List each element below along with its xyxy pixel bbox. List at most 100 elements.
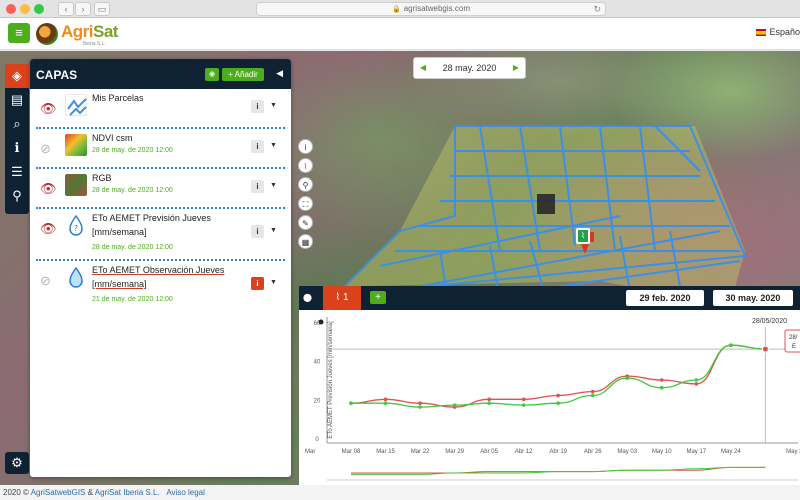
layer-info-button[interactable]: i — [251, 100, 264, 113]
data-point — [590, 389, 595, 394]
layers-panel-header: CAPAS ◉ + Añadir ◀ — [30, 59, 291, 89]
chevron-down-icon[interactable]: ▼ — [270, 279, 277, 286]
tooltip-text: 28/ — [789, 335, 798, 341]
data-point — [521, 397, 526, 402]
chart-end-date[interactable]: 30 may. 2020 — [713, 290, 793, 306]
close-window-icon[interactable] — [6, 4, 16, 14]
layer-info-button[interactable]: i — [251, 180, 264, 193]
pin-icon[interactable]: ⚲ — [298, 177, 313, 192]
eye-hidden-icon[interactable]: ⊘ — [40, 273, 51, 289]
map-date-selector: ◀ 28 may. 2020 ▶ — [413, 57, 526, 79]
camera-icon[interactable]: ◉ — [205, 68, 219, 81]
eye-hidden-icon[interactable]: ⊘ — [40, 141, 51, 157]
chevron-down-icon[interactable]: ▼ — [270, 182, 277, 189]
layer-mis-parcelas: 👁 Mis Parcelas i ▼ — [36, 89, 285, 129]
x-tick-label: Abr 26 — [584, 449, 602, 455]
chevron-down-icon[interactable]: ▼ — [270, 227, 277, 234]
settings-gear-icon[interactable]: ⚙ — [5, 452, 29, 474]
eye-visible-icon[interactable]: 👁 — [40, 181, 57, 197]
data-point — [383, 397, 388, 402]
footer-legal-link[interactable]: Aviso legal — [166, 488, 205, 497]
data-point — [556, 401, 560, 405]
hamburger-menu-button[interactable]: ≡ — [8, 23, 30, 43]
eye-visible-icon[interactable]: 👁 — [40, 221, 57, 237]
x-tick-label: Mar 22 — [411, 449, 430, 455]
chart-start-date[interactable]: 29 feb. 2020 — [626, 290, 704, 306]
maximize-window-icon[interactable] — [34, 4, 44, 14]
series-line-0 — [350, 344, 766, 408]
layer-info-button[interactable]: i — [251, 140, 264, 153]
layer-date: 21 de may. de 2020 12:00 — [92, 296, 173, 303]
logo-globe-icon — [36, 23, 58, 45]
search-icon[interactable]: ⌕ — [5, 112, 29, 136]
next-date-icon[interactable]: ▶ — [509, 58, 523, 78]
marker-flag — [590, 232, 594, 242]
layer-date: 28 de may. de 2020 12:00 — [92, 244, 173, 251]
language-label: Españo — [769, 27, 800, 37]
data-point — [487, 401, 491, 405]
data-point — [729, 343, 733, 347]
y-axis-dot — [318, 319, 324, 325]
ndvi-thumbnail-icon — [65, 134, 87, 156]
data-point — [659, 378, 664, 382]
info-icon[interactable]: ℹ — [5, 136, 29, 160]
add-layer-button[interactable]: + Añadir — [222, 68, 264, 81]
layers-icon[interactable]: ◈ — [5, 64, 29, 88]
logo-sub: Iberia S.L. — [83, 41, 106, 47]
add-chart-button[interactable]: + — [370, 291, 386, 304]
eye-visible-icon[interactable]: 👁 — [40, 101, 57, 117]
minimize-window-icon[interactable] — [20, 4, 30, 14]
crop-icon[interactable]: ⛶ — [298, 196, 313, 211]
logo-main: Agri — [61, 22, 94, 41]
chevron-down-icon[interactable]: ▼ — [270, 142, 277, 149]
chart-panel-header: ⬤ ⌇ 1 + 29 feb. 2020 30 may. 2020 — [299, 286, 800, 310]
x-tick-label: Abr 19 — [549, 449, 567, 455]
data-point — [452, 403, 457, 407]
table-icon[interactable]: ▦ — [298, 234, 313, 249]
prev-date-icon[interactable]: ◀ — [416, 58, 430, 78]
layer-date: 28 de may. de 2020 12:00 — [92, 187, 173, 194]
map-date: 28 may. 2020 — [442, 63, 497, 73]
series-line-1 — [351, 344, 766, 408]
x-tick-label: Abr 05 — [480, 449, 498, 455]
address-bar[interactable]: 🔒 agrisatwebgis.com ↻ — [256, 2, 606, 16]
toggle-icon[interactable]: ⬤ — [303, 293, 312, 302]
footer-sep: & — [85, 488, 95, 497]
chart-tab[interactable]: ⌇ 1 — [323, 286, 361, 310]
y-tick-label: 0 — [315, 437, 319, 443]
language-selector[interactable]: Españo — [756, 27, 800, 37]
layer-info-button[interactable]: i — [251, 277, 264, 290]
chart-icon[interactable]: ⌇ — [298, 158, 313, 173]
browser-chrome: ‹ › ▭ 🔒 agrisatwebgis.com ↻ — [0, 0, 800, 18]
layer-info-button[interactable]: i — [251, 225, 264, 238]
url-text: agrisatwebgis.com — [403, 4, 470, 13]
data-point — [556, 393, 560, 398]
footer-prefix: 2020 © — [3, 488, 31, 497]
layer-eto-prevision: 👁 ? ETo AEMET Previsión Jueves [mm/seman… — [36, 209, 285, 261]
layer-name: RGB — [92, 173, 112, 183]
forward-icon[interactable]: › — [75, 2, 91, 16]
hover-date-label: 28/05/2020 — [752, 318, 787, 325]
chart-marker-icon[interactable]: ⌇ — [576, 228, 590, 244]
reload-icon[interactable]: ↻ — [593, 3, 601, 15]
map-icon[interactable]: ▤ — [5, 88, 29, 112]
sidebar-toggle-icon[interactable]: ▭ — [94, 2, 110, 16]
pencil-icon[interactable]: ✎ — [298, 215, 313, 230]
data-point — [590, 393, 595, 398]
list-icon[interactable]: ☰ — [5, 160, 29, 184]
pin-icon[interactable]: ⚲ — [5, 184, 29, 208]
footer-link-agrisat-iberia[interactable]: AgriSat Iberia S.L. — [95, 488, 160, 497]
parcels-thumbnail-icon — [65, 94, 87, 116]
layer-unit: [mm/semana] — [92, 227, 147, 237]
info-icon[interactable]: i — [298, 139, 313, 154]
chevron-down-icon[interactable]: ▼ — [270, 102, 277, 109]
data-point — [418, 401, 422, 405]
back-icon[interactable]: ‹ — [58, 2, 74, 16]
eto-chart[interactable]: 6040200ETo AEMET Previsión Jueves [mm/se… — [299, 310, 800, 485]
x-tick-label: Abr 12 — [515, 449, 533, 455]
data-point — [625, 376, 630, 380]
collapse-panel-icon[interactable]: ◀ — [276, 68, 283, 79]
data-point — [487, 397, 491, 402]
data-point — [694, 382, 699, 386]
footer-link-agrisatwebgis[interactable]: AgriSatwebGIS — [31, 488, 86, 497]
